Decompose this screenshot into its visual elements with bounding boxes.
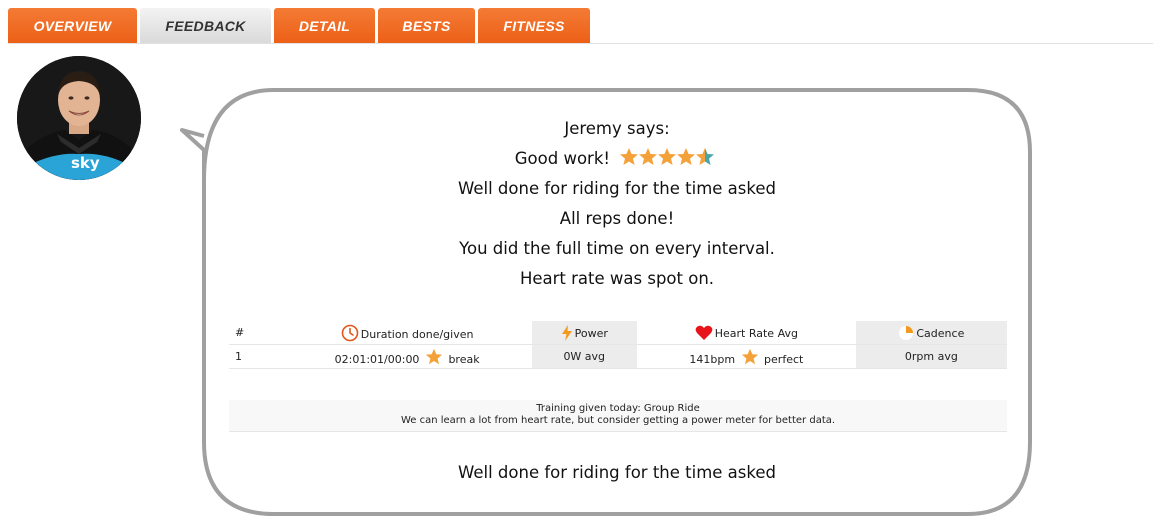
- coach-feedback: Jeremy says: Good work! Well done for ri…: [204, 114, 1030, 294]
- power-header-label: Power: [574, 326, 608, 340]
- row-heart-rate: 141bpm perfect: [636, 344, 856, 369]
- star-icon: [741, 348, 758, 364]
- jersey-sky-text: sky: [71, 154, 100, 172]
- feedback-line: Well done for riding for the time asked: [458, 179, 776, 198]
- power-meter-advice: We can learn a lot from heart rate, but …: [400, 415, 836, 426]
- tab-detail[interactable]: DETAIL: [274, 8, 375, 44]
- star-icon: [425, 348, 443, 364]
- lightning-icon: [561, 324, 572, 341]
- heart-rate-header-label: Heart Rate Avg: [714, 326, 798, 340]
- cadence-pie-icon: [899, 325, 914, 340]
- row-index: 1: [229, 344, 283, 369]
- row-cadence: 0rpm avg: [855, 344, 1007, 369]
- col-power-header: Power: [531, 321, 637, 345]
- interval-stats-table: # Duration done/given Power Heart Rate A…: [229, 321, 1007, 369]
- feedback-line: All reps done!: [559, 209, 675, 228]
- tab-feedback[interactable]: FEEDBACK: [140, 8, 271, 44]
- training-note: Training given today: Group Ride We can …: [229, 400, 1007, 432]
- rating-line: Good work!: [204, 144, 1030, 174]
- col-heart-rate-header: Heart Rate Avg: [636, 321, 856, 345]
- col-index-header: #: [229, 321, 283, 345]
- coach-portrait-image: sky: [17, 56, 141, 180]
- heart-rate-note: perfect: [764, 352, 804, 366]
- clock-icon: [341, 324, 359, 341]
- tab-overview[interactable]: OVERVIEW: [8, 8, 137, 44]
- col-duration-header: Duration done/given: [282, 321, 532, 345]
- training-given-text: Training given today: Group Ride: [536, 403, 700, 414]
- table-header-row: # Duration done/given Power Heart Rate A…: [229, 321, 1007, 345]
- feedback-line: You did the full time on every interval.: [459, 239, 775, 258]
- row-power: 0W avg: [531, 344, 637, 369]
- heart-icon: [695, 325, 713, 340]
- duration-value: 02:01:01/00:00: [334, 352, 420, 366]
- table-row: 1 02:01:01/00:00 break 0W avg 141bpm per…: [229, 344, 1007, 369]
- tab-fitness[interactable]: FITNESS: [478, 8, 590, 44]
- cadence-header-label: Cadence: [916, 326, 965, 340]
- tab-bar: OVERVIEW FEEDBACK DETAIL BESTS FITNESS: [8, 8, 593, 44]
- rating-text: Good work!: [514, 149, 610, 168]
- speaker-name: Jeremy says:: [564, 119, 670, 138]
- tab-bests[interactable]: BESTS: [378, 8, 475, 44]
- duration-note: break: [448, 352, 480, 366]
- duration-header-label: Duration done/given: [360, 327, 474, 341]
- closing-message: Well done for riding for the time asked: [458, 463, 776, 482]
- rating-stars-icon: [620, 148, 715, 165]
- tab-divider: [8, 43, 1153, 44]
- feedback-line: Heart rate was spot on.: [519, 269, 715, 288]
- heart-rate-value: 141bpm: [689, 352, 736, 366]
- row-duration: 02:01:01/00:00 break: [282, 344, 532, 369]
- col-cadence-header: Cadence: [855, 321, 1007, 345]
- coach-avatar: sky: [17, 56, 141, 180]
